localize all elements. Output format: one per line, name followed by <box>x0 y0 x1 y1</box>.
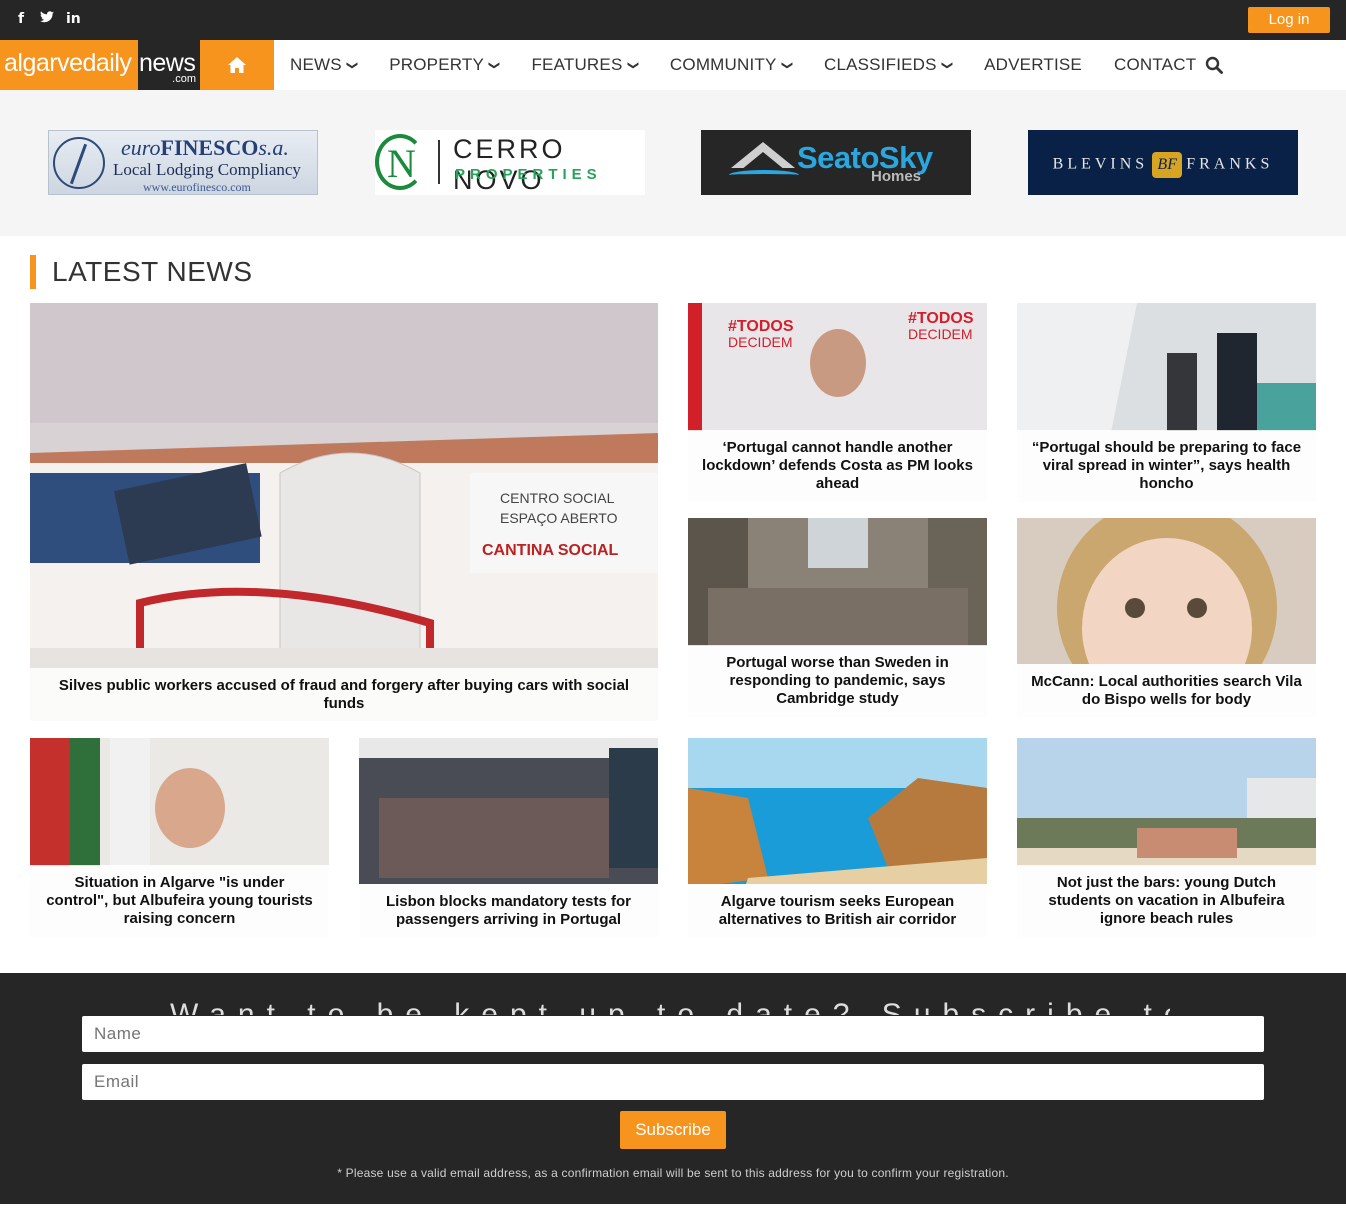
chevron-down-icon: ❯ <box>940 60 953 70</box>
eurofinesco-tagline: Local Lodging Compliancy <box>113 160 301 179</box>
sponsor-eurofinesco[interactable]: euroFINESCOs.a. Local Lodging Compliancy… <box>48 130 318 195</box>
svg-text:ESPAÇO ABERTO: ESPAÇO ABERTO <box>500 510 618 526</box>
chevron-down-icon: ❯ <box>626 60 639 70</box>
eurofinesco-url: www.eurofinesco.com <box>143 180 251 194</box>
sponsor-blevins-franks[interactable]: BLEVINS BF FRANKS <box>1028 130 1298 195</box>
newsletter-note: * Please use a valid email address, as a… <box>337 1166 1009 1180</box>
nav-item-features[interactable]: FEATURES ❯ <box>531 55 639 75</box>
nav-item-label: CONTACT <box>1113 55 1197 74</box>
news-card[interactable]: Not just the bars: young Dutch students … <box>1017 738 1316 937</box>
nav-item-classifieds[interactable]: CLASSIFIEDS ❯ <box>823 55 953 75</box>
nav-item-label: COMMUNITY <box>669 55 777 74</box>
article-title[interactable]: Portugal worse than Sweden in responding… <box>688 645 987 717</box>
svg-text:DECIDEM: DECIDEM <box>728 334 793 350</box>
nav-item-label: CLASSIFIEDS <box>823 55 937 74</box>
news-card[interactable]: Lisbon blocks mandatory tests for passen… <box>359 738 658 937</box>
twitter-icon[interactable] <box>40 10 54 28</box>
svg-text:DECIDEM: DECIDEM <box>908 326 973 342</box>
article-title[interactable]: “Portugal should be preparing to face vi… <box>1017 430 1316 502</box>
facebook-icon[interactable]: f <box>14 10 28 28</box>
chevron-down-icon: ❯ <box>346 60 359 70</box>
news-card[interactable]: #TODOS DECIDEM #TODOS DECIDEM ‘Portugal … <box>688 303 987 502</box>
news-card-featured[interactable]: CENTRO SOCIAL ESPAÇO ABERTO CANTINA SOCI… <box>30 303 658 721</box>
cerro-novo-logo-letter: N <box>387 141 416 186</box>
cerro-novo-name: CERRO NOVO <box>453 134 566 195</box>
site-logo[interactable]: algarvedaily news .com <box>0 40 200 90</box>
cerro-novo-divider <box>438 140 440 184</box>
nav-item-label: FEATURES <box>531 55 623 74</box>
seatosky-subtitle: Homes <box>871 168 922 185</box>
svg-text:#TODOS: #TODOS <box>908 310 974 327</box>
sponsor-banner: euroFINESCOs.a. Local Lodging Compliancy… <box>0 90 1346 236</box>
nav-item-news[interactable]: NEWS ❯ <box>290 55 359 75</box>
eurofinesco-name: euroFINESCOs.a. <box>121 135 289 161</box>
linkedin-icon[interactable]: in <box>66 10 81 28</box>
article-title[interactable]: Silves public workers accused of fraud a… <box>30 668 658 721</box>
eurofinesco-name-c: s.a. <box>258 135 289 160</box>
email-field[interactable] <box>82 1064 1264 1100</box>
eurofinesco-name-a: euro <box>121 135 161 160</box>
logo-text-main: algarvedaily <box>4 49 132 77</box>
blevins-franks-name: BLEVINS BF FRANKS <box>1028 152 1298 178</box>
home-icon <box>228 57 246 73</box>
article-title[interactable]: Situation in Algarve "is under control",… <box>30 865 329 937</box>
social-links: f in <box>14 10 81 28</box>
sponsor-seatosky[interactable]: SeatoSky Homes <box>701 130 971 195</box>
news-card[interactable]: “Portugal should be preparing to face vi… <box>1017 303 1316 502</box>
blevins-franks-monogram: BF <box>1152 152 1183 178</box>
name-field[interactable] <box>82 1016 1264 1052</box>
cerro-novo-subtitle: PROPERTIES <box>455 166 602 183</box>
home-button[interactable] <box>200 40 274 90</box>
sponsor-cerro-novo[interactable]: N CERRO NOVO PROPERTIES <box>375 130 645 195</box>
svg-text:CENTRO SOCIAL: CENTRO SOCIAL <box>500 490 615 506</box>
blevins-name: BLEVINS <box>1052 155 1149 173</box>
news-card[interactable]: Algarve tourism seeks European alternati… <box>688 738 987 937</box>
nav-item-contact[interactable]: CONTACT <box>1114 55 1196 75</box>
franks-name: FRANKS <box>1186 155 1274 173</box>
svg-text:CANTINA SOCIAL: CANTINA SOCIAL <box>482 542 619 559</box>
nav-menu: NEWS ❯ PROPERTY ❯ FEATURES ❯ COMMUNITY ❯ CLA… <box>290 40 1228 90</box>
logo-text-domain: .com <box>172 73 196 85</box>
subscribe-button[interactable]: Subscribe <box>620 1111 726 1149</box>
article-title[interactable]: ‘Portugal cannot handle another lockdown… <box>688 430 987 502</box>
main-nav: algarvedaily news .com NEWS ❯ PROPERTY ❯ F… <box>0 40 1346 90</box>
top-bar: f in Log in <box>0 0 1346 40</box>
login-button[interactable]: Log in <box>1248 7 1330 33</box>
article-image: CENTRO SOCIAL ESPAÇO ABERTO CANTINA SOCI… <box>30 303 658 721</box>
article-title[interactable]: Lisbon blocks mandatory tests for passen… <box>359 884 658 937</box>
svg-text:#TODOS: #TODOS <box>728 318 794 335</box>
search-icon[interactable] <box>1205 56 1223 74</box>
nav-item-property[interactable]: PROPERTY ❯ <box>389 55 501 75</box>
chevron-down-icon: ❯ <box>488 60 501 70</box>
nav-item-advertise[interactable]: ADVERTISE <box>984 55 1082 75</box>
house-icon-inner <box>741 152 785 170</box>
chevron-down-icon: ❯ <box>780 60 793 70</box>
eurofinesco-name-b: FINESCO <box>160 135 259 160</box>
news-card[interactable]: McCann: Local authorities search Vila do… <box>1017 518 1316 717</box>
eurofinesco-logo-mark <box>53 137 105 189</box>
section-title: LATEST NEWS <box>30 255 253 289</box>
article-title[interactable]: McCann: Local authorities search Vila do… <box>1017 664 1316 717</box>
nav-item-label: ADVERTISE <box>984 55 1082 74</box>
nav-item-label: NEWS <box>290 55 342 74</box>
nav-item-label: PROPERTY <box>389 55 485 74</box>
nav-item-community[interactable]: COMMUNITY ❯ <box>669 55 793 75</box>
article-title[interactable]: Not just the bars: young Dutch students … <box>1017 865 1316 937</box>
news-card[interactable]: Portugal worse than Sweden in responding… <box>688 518 987 717</box>
article-title[interactable]: Algarve tourism seeks European alternati… <box>688 884 987 937</box>
newsletter-heading: Want to be kept up to date? Subscribe to… <box>170 998 1170 1015</box>
wave-icon <box>729 170 799 180</box>
news-card[interactable]: Situation in Algarve "is under control",… <box>30 738 329 937</box>
